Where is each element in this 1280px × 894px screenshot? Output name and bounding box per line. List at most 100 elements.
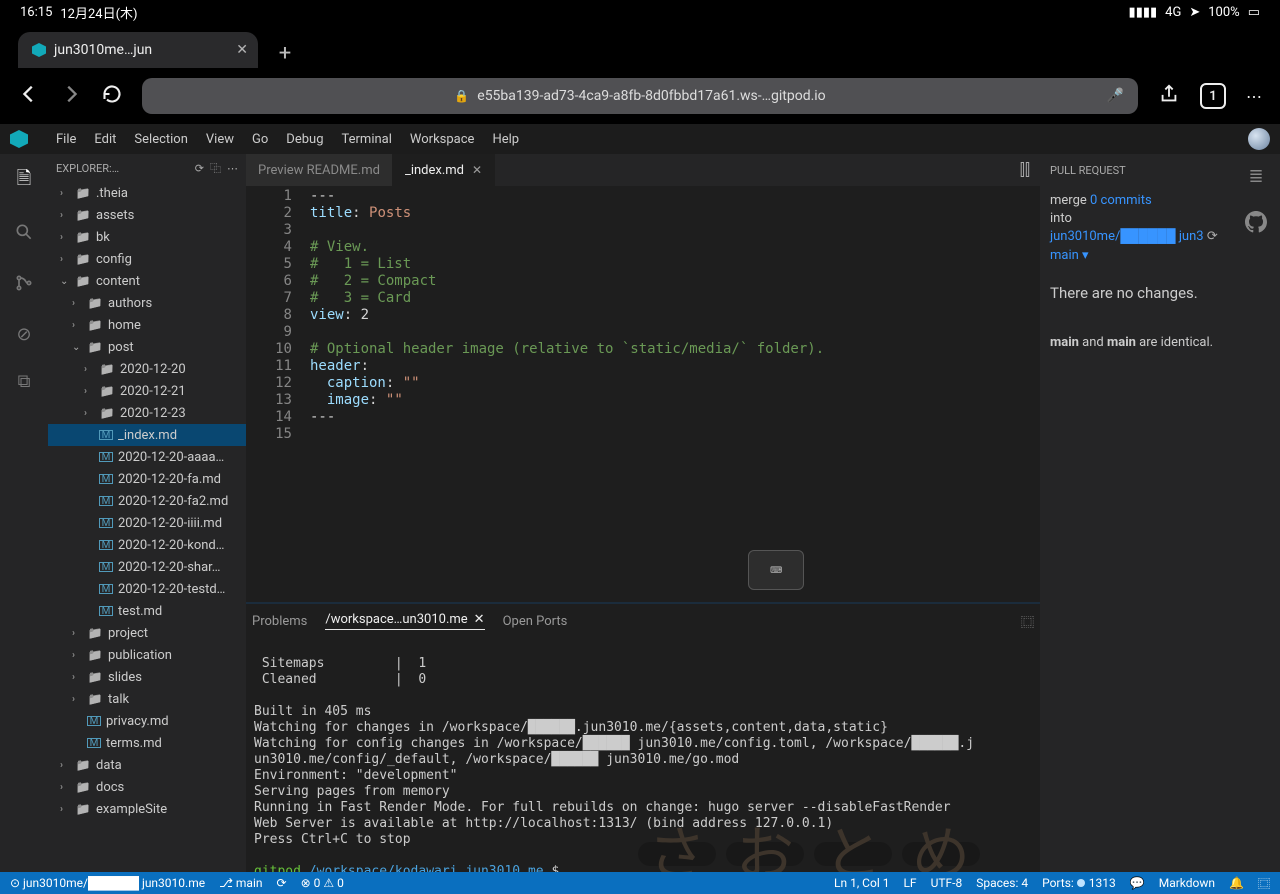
status-sync-icon[interactable]: ⟳	[277, 876, 287, 890]
gitpod-logo-icon[interactable]	[10, 130, 28, 148]
status-eol[interactable]: LF	[903, 876, 916, 890]
status-cursor[interactable]: Ln 1, Col 1	[834, 876, 889, 890]
folder-content[interactable]: ⌄content	[48, 270, 246, 292]
folder-publication[interactable]: ›publication	[48, 644, 246, 666]
pr-refresh-icon[interactable]: ⟳	[1207, 229, 1218, 244]
status-ports[interactable]: Ports: 1313	[1042, 876, 1116, 890]
reload-button[interactable]	[102, 84, 122, 108]
file-2020-12-20-shar…[interactable]: M2020-12-20-shar…	[48, 556, 246, 578]
mic-icon[interactable]: 🎤	[1107, 88, 1124, 104]
status-feedback-icon[interactable]: 💬	[1130, 876, 1145, 890]
keyboard-button[interactable]: ⌨	[748, 550, 804, 590]
status-lang[interactable]: Markdown	[1159, 876, 1215, 890]
folder-talk[interactable]: ›talk	[48, 688, 246, 710]
debug-icon[interactable]: ⊘	[16, 324, 31, 345]
file-2020-12-20-kond…[interactable]: M2020-12-20-kond…	[48, 534, 246, 556]
network: 4G	[1165, 5, 1181, 20]
ios-status-bar: 16:15 12月24日(木) ▮▮▮▮ 4G ➤ 100% ▭	[0, 0, 1280, 24]
folder-exampleSite[interactable]: ›exampleSite	[48, 798, 246, 820]
status-encoding[interactable]: UTF-8	[931, 876, 963, 890]
watermark: さおとめ	[638, 842, 980, 866]
share-icon[interactable]	[1158, 83, 1180, 109]
folder-authors[interactable]: ›authors	[48, 292, 246, 314]
browser-tabs: jun3010me…jun ✕ +	[0, 24, 1280, 68]
folder-.theia[interactable]: ›.theia	[48, 182, 246, 204]
tab-open-ports[interactable]: Open Ports	[503, 614, 568, 629]
status-bell-icon[interactable]: 🔔	[1229, 876, 1244, 890]
tab-terminal[interactable]: /workspace…un3010.me ✕	[325, 612, 484, 630]
back-button[interactable]	[18, 83, 40, 109]
avatar[interactable]	[1248, 128, 1270, 150]
status-layout-icon[interactable]: ⿴	[1258, 875, 1270, 892]
folder-docs[interactable]: ›docs	[48, 776, 246, 798]
forward-button	[60, 83, 82, 109]
scm-icon[interactable]	[14, 273, 34, 298]
close-icon[interactable]: ✕	[472, 163, 482, 177]
menu-edit[interactable]: Edit	[94, 132, 116, 147]
panel-layout-icon[interactable]: ⿴	[1021, 612, 1034, 631]
collapse-icon[interactable]: ⿻	[210, 160, 221, 176]
gitpod-favicon	[32, 43, 46, 57]
folder-project[interactable]: ›project	[48, 622, 246, 644]
menu-workspace[interactable]: Workspace	[410, 132, 475, 147]
folder-data[interactable]: ›data	[48, 754, 246, 776]
pr-branch[interactable]: main ▾	[1050, 248, 1089, 263]
github-icon[interactable]	[1245, 211, 1267, 238]
pr-title: PULL REQUEST	[1040, 154, 1232, 186]
file-2020-12-20-testd…[interactable]: M2020-12-20-testd…	[48, 578, 246, 600]
new-tab-button[interactable]: +	[270, 38, 300, 68]
file-test.md[interactable]: Mtest.md	[48, 600, 246, 622]
menu-go[interactable]: Go	[252, 132, 268, 147]
file-2020-12-20-fa.md[interactable]: M2020-12-20-fa.md	[48, 468, 246, 490]
folder-2020-12-21[interactable]: ›2020-12-21	[48, 380, 246, 402]
tab-title: jun3010me…jun	[54, 42, 152, 58]
close-tab-icon[interactable]: ✕	[236, 42, 248, 58]
menu-file[interactable]: File	[56, 132, 76, 147]
file-privacy.md[interactable]: Mprivacy.md	[48, 710, 246, 732]
terminal[interactable]: Sitemaps | 1 Cleaned | 0 Built in 405 ms…	[246, 638, 1040, 872]
folder-config[interactable]: ›config	[48, 248, 246, 270]
editor-tab[interactable]: _index.md✕	[393, 154, 495, 186]
folder-2020-12-20[interactable]: ›2020-12-20	[48, 358, 246, 380]
status-spaces[interactable]: Spaces: 4	[976, 876, 1028, 890]
browser-tab[interactable]: jun3010me…jun ✕	[18, 32, 258, 68]
folder-assets[interactable]: ›assets	[48, 204, 246, 226]
explorer-icon[interactable]: 🗎	[17, 166, 31, 196]
menu-view[interactable]: View	[206, 132, 234, 147]
menu-help[interactable]: Help	[492, 132, 519, 147]
refresh-icon[interactable]: ⟳	[195, 162, 204, 175]
menu-selection[interactable]: Selection	[134, 132, 187, 147]
split-editor-icon[interactable]: ⫿⫿	[1010, 154, 1040, 186]
status-bar: ⊙ jun3010me/██████ jun3010.me ⎇ main ⟳ ⊗…	[0, 872, 1280, 894]
folder-2020-12-23[interactable]: ›2020-12-23	[48, 402, 246, 424]
file-tree[interactable]: ›.theia›assets›bk›config⌄content›authors…	[48, 182, 246, 872]
status-repo[interactable]: ⊙ jun3010me/██████ jun3010.me	[10, 876, 205, 890]
pr-repo-link[interactable]: jun3010me/██████ jun3	[1050, 229, 1204, 244]
tab-problems[interactable]: Problems	[252, 614, 307, 629]
prompt-user: gitpod	[254, 864, 301, 872]
status-branch[interactable]: ⎇ main	[219, 876, 262, 890]
more-icon[interactable]: ⋯	[227, 162, 238, 175]
file-2020-12-20-fa2.md[interactable]: M2020-12-20-fa2.md	[48, 490, 246, 512]
close-icon[interactable]: ✕	[474, 612, 485, 627]
file-2020-12-20-iiii.md[interactable]: M2020-12-20-iiii.md	[48, 512, 246, 534]
file-_index.md[interactable]: M_index.md	[48, 424, 246, 446]
more-icon[interactable]: ⋯	[1246, 87, 1262, 106]
folder-home[interactable]: ›home	[48, 314, 246, 336]
menu-terminal[interactable]: Terminal	[342, 132, 392, 147]
tab-count[interactable]: 1	[1200, 83, 1226, 109]
address-bar[interactable]: 🔒 e55ba139-ad73-4ca9-a8fb-8d0fbbd17a61.w…	[142, 78, 1138, 114]
commits-link[interactable]: 0 commits	[1090, 193, 1152, 208]
file-2020-12-20-aaaa…[interactable]: M2020-12-20-aaaa…	[48, 446, 246, 468]
code-editor[interactable]: 1 2 3 4 5 6 7 8 9 10 11 12 13 14 15 --- …	[246, 186, 1040, 602]
menu-debug[interactable]: Debug	[286, 132, 323, 147]
folder-slides[interactable]: ›slides	[48, 666, 246, 688]
file-terms.md[interactable]: Mterms.md	[48, 732, 246, 754]
status-errors[interactable]: ⊗ 0 ⚠ 0	[301, 876, 344, 890]
folder-bk[interactable]: ›bk	[48, 226, 246, 248]
list-icon[interactable]: ≣	[1248, 166, 1263, 187]
extensions-icon[interactable]: ⧉	[18, 371, 31, 392]
editor-tab[interactable]: Preview README.md	[246, 154, 393, 186]
search-icon[interactable]	[14, 222, 34, 247]
folder-post[interactable]: ⌄post	[48, 336, 246, 358]
